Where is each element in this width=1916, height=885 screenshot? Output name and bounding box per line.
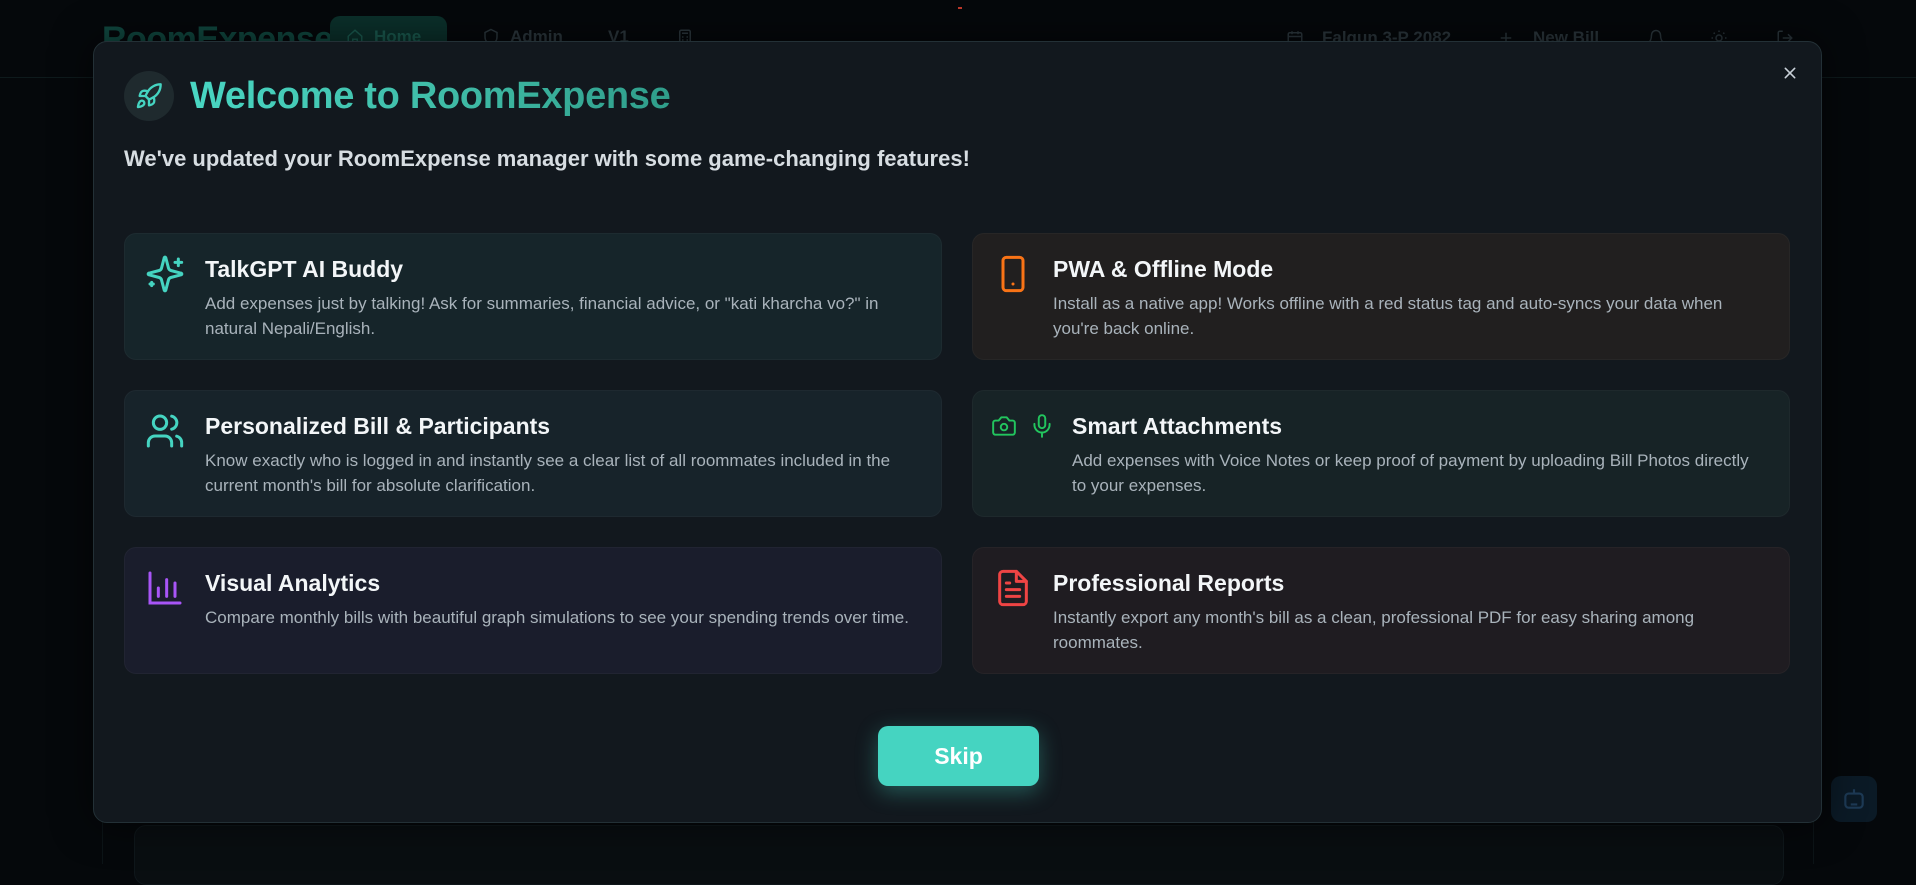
feature-card-analytics: Visual Analytics Compare monthly bills w…: [124, 547, 942, 674]
feature-title: PWA & Offline Mode: [1053, 256, 1274, 282]
skip-button[interactable]: Skip: [878, 726, 1039, 786]
feature-description: Add expenses with Voice Notes or keep pr…: [1072, 451, 1749, 495]
feature-card-attachments: Smart Attachments Add expenses with Voic…: [972, 390, 1790, 517]
feature-description: Instantly export any month's bill as a c…: [1053, 608, 1695, 652]
users-icon: [146, 414, 184, 448]
bar-chart-icon: [148, 571, 182, 605]
feature-grid: TalkGPT AI Buddy Add expenses just by ta…: [124, 233, 1790, 674]
microphone-icon: [1033, 414, 1051, 438]
modal-title: Welcome to RoomExpense: [190, 74, 671, 117]
feature-title: Professional Reports: [1053, 570, 1285, 596]
smartphone-icon: [1001, 255, 1025, 293]
status-dot: [958, 7, 962, 9]
bot-icon: [1844, 789, 1864, 809]
sparkles-icon: [146, 255, 184, 293]
feature-title: Visual Analytics: [205, 570, 381, 596]
close-button[interactable]: [1777, 60, 1803, 86]
modal-subtitle: We've updated your RoomExpense manager w…: [124, 146, 970, 171]
feature-description: Know exactly who is logged in and instan…: [205, 451, 891, 495]
feature-title: TalkGPT AI Buddy: [205, 256, 404, 282]
feature-card-talkgpt: TalkGPT AI Buddy Add expenses just by ta…: [124, 233, 942, 360]
feature-title: Personalized Bill & Participants: [205, 413, 551, 439]
camera-icon: [992, 416, 1016, 436]
rocket-badge: [124, 71, 174, 121]
welcome-modal: Welcome to RoomExpense We've updated you…: [93, 41, 1822, 823]
feature-card-participants: Personalized Bill & Participants Know ex…: [124, 390, 942, 517]
assistant-fab[interactable]: [1831, 776, 1877, 822]
background-card: [134, 825, 1784, 885]
feature-card-pwa: PWA & Offline Mode Install as a native a…: [972, 233, 1790, 360]
close-icon: [1784, 67, 1796, 79]
feature-title: Smart Attachments: [1072, 413, 1283, 439]
rocket-icon: [136, 83, 162, 109]
feature-description: Compare monthly bills with beautiful gra…: [205, 608, 909, 627]
feature-description: Install as a native app! Works offline w…: [1053, 294, 1723, 338]
modal-header: Welcome to RoomExpense: [124, 71, 671, 121]
feature-description: Add expenses just by talking! Ask for su…: [205, 294, 879, 338]
feature-card-reports: Professional Reports Instantly export an…: [972, 547, 1790, 674]
file-text-icon: [998, 569, 1028, 607]
